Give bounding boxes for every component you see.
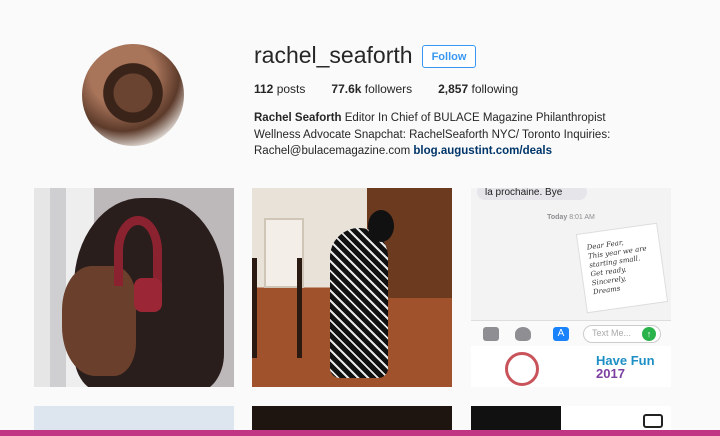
post-tile-2[interactable] bbox=[252, 188, 452, 387]
sticker-text-2: 2017 bbox=[596, 366, 625, 381]
profile-link[interactable]: blog.augustint.com/deals bbox=[413, 145, 552, 157]
follow-button[interactable]: Follow bbox=[422, 45, 476, 68]
camera-icon bbox=[483, 327, 499, 341]
bottom-accent-bar bbox=[0, 430, 720, 436]
appstore-icon: A bbox=[553, 327, 569, 341]
following-count: 2,857 bbox=[438, 82, 469, 96]
headphone-cup-shape bbox=[134, 278, 162, 312]
profile-full-name: Rachel Seaforth bbox=[254, 112, 342, 124]
sticker-logo-icon bbox=[505, 352, 539, 386]
sticker-row: Have Fun 2017 bbox=[471, 346, 671, 387]
post-tile-1[interactable] bbox=[34, 188, 234, 387]
profile-avatar[interactable] bbox=[82, 44, 184, 146]
person-shape bbox=[330, 228, 388, 378]
profile-stats: 112 posts 77.6k followers 2,857 followin… bbox=[254, 82, 544, 96]
message-timestamp: Today 8:01 AM bbox=[471, 214, 671, 221]
posts-stat: 112 posts bbox=[254, 82, 305, 96]
profile-bio: Rachel Seaforth Editor In Chief of BULAC… bbox=[254, 110, 654, 160]
message-bubble: la prochaine. Bye bbox=[477, 188, 587, 200]
posts-count: 112 bbox=[254, 82, 274, 96]
posts-label: posts bbox=[276, 82, 306, 96]
chair-shape bbox=[252, 258, 302, 358]
message-day: Today bbox=[547, 214, 568, 221]
followers-count: 77.6k bbox=[331, 82, 362, 96]
head-shape bbox=[368, 210, 394, 242]
message-clock: 8:01 AM bbox=[569, 214, 595, 221]
have-fun-sticker: Have Fun 2017 bbox=[596, 354, 655, 380]
post-tile-3[interactable]: la prochaine. Bye Today 8:01 AM Dear Fea… bbox=[471, 188, 671, 387]
following-stat[interactable]: 2,857 following bbox=[438, 82, 518, 96]
headphones-shape bbox=[114, 216, 162, 286]
send-icon: ↑ bbox=[642, 327, 656, 341]
followers-label: followers bbox=[364, 82, 413, 96]
heart-icon bbox=[515, 327, 531, 341]
message-toolbar: A Text Me... ↑ bbox=[471, 320, 671, 346]
followers-stat[interactable]: 77.6k followers bbox=[331, 82, 412, 96]
video-icon bbox=[643, 414, 663, 428]
profile-username: rachel_seaforth bbox=[254, 42, 413, 68]
following-label: following bbox=[471, 82, 519, 96]
handwritten-card: Dear Fear, This year we are starting sma… bbox=[575, 222, 669, 314]
